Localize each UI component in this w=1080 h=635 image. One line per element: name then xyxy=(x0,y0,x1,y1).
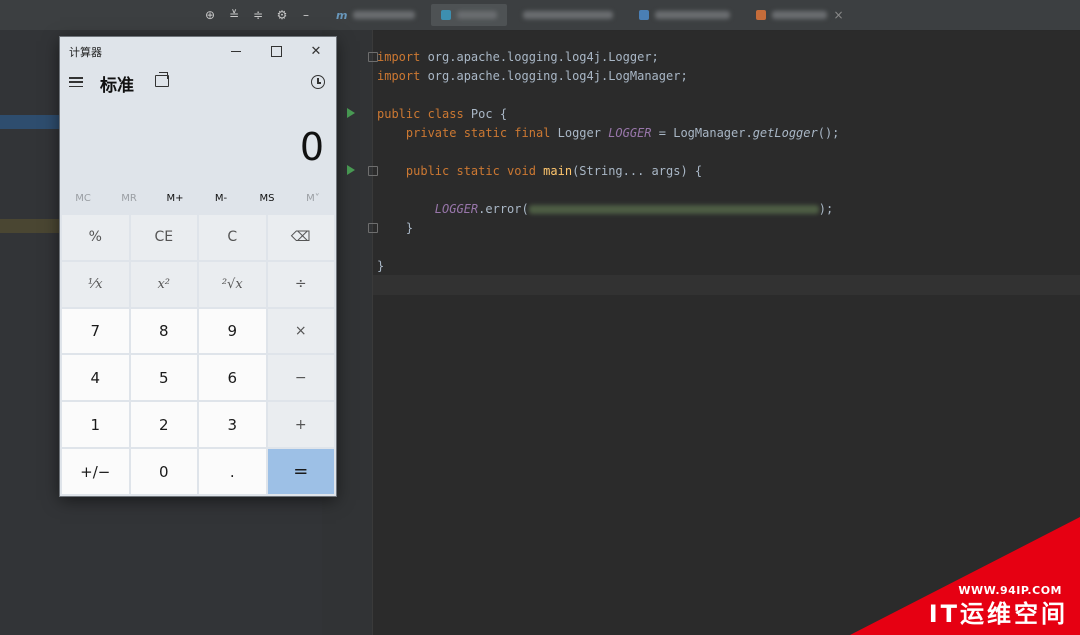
key-8[interactable]: 7 xyxy=(62,308,129,354)
collapse-icon[interactable]: ≚ xyxy=(228,9,240,21)
key-20[interactable]: +/− xyxy=(62,449,129,494)
window-title: 计算器 xyxy=(69,46,102,59)
gear-icon[interactable]: ⚙ xyxy=(276,9,288,21)
key-3[interactable]: ⌫ xyxy=(267,215,334,260)
close-icon[interactable]: × xyxy=(833,8,843,22)
calculator-header: 标准 xyxy=(60,65,336,101)
key-13[interactable]: 5 xyxy=(130,355,197,401)
key-22[interactable]: . xyxy=(199,449,266,494)
key-21[interactable]: 0 xyxy=(130,449,197,494)
editor-tab-5[interactable]: × xyxy=(746,4,853,26)
file-icon xyxy=(639,10,650,20)
key-10[interactable]: 9 xyxy=(199,308,266,354)
editor-tab-4[interactable] xyxy=(629,4,740,26)
memory-button-m-[interactable]: M˅ xyxy=(290,187,336,211)
highlighted-tree-row[interactable] xyxy=(0,219,60,233)
tab-label-blurred xyxy=(457,11,498,19)
key-15[interactable]: − xyxy=(267,355,334,401)
run-main-icon[interactable] xyxy=(347,165,355,175)
editor-tab-3[interactable] xyxy=(513,4,623,26)
calculator-window[interactable]: 计算器 ✕ 标准 0 MC MR M+ M- MS M˅ % CE C ⌫ ⅟x x² ²√x ÷ 7 8 9… xyxy=(60,37,336,496)
maximize-button[interactable] xyxy=(256,37,296,65)
code-line-10: } xyxy=(377,221,414,235)
key-11[interactable]: × xyxy=(267,308,334,354)
file-icon xyxy=(756,10,767,20)
memory-button-mc[interactable]: MC xyxy=(60,187,106,211)
ide-title-bar: ⊕ ≚ ≑ ⚙ – m × xyxy=(0,0,1080,31)
blurred-payload-string xyxy=(528,205,819,214)
history-icon[interactable] xyxy=(311,75,325,89)
code-line-12: } xyxy=(377,259,385,273)
code-editor[interactable]: import org.apache.logging.log4j.Logger; … xyxy=(377,47,839,273)
code-line-7: public static void main(String... args) … xyxy=(377,164,703,178)
result-display: 0 xyxy=(299,125,324,169)
menu-icon[interactable] xyxy=(69,77,83,87)
memory-row: MC MR M+ M- MS M˅ xyxy=(60,187,336,211)
key-17[interactable]: 2 xyxy=(130,402,197,448)
calculator-title-bar[interactable]: 计算器 ✕ xyxy=(60,37,336,65)
current-line-highlight xyxy=(373,275,1080,295)
editor-tab-bar: m × xyxy=(326,2,854,28)
key-14[interactable]: 6 xyxy=(199,355,266,401)
editor-tab-active[interactable] xyxy=(431,4,508,26)
watermark-logo-text: IT运维空间 xyxy=(928,600,1068,628)
memory-button-ms[interactable]: MS xyxy=(244,187,290,211)
minimize-panel-icon[interactable]: – xyxy=(300,9,312,21)
keypad: % CE C ⌫ ⅟x x² ²√x ÷ 7 8 9 × 4 5 6− 1 2 3 + +/− 0. = xyxy=(62,215,334,494)
memory-button-m-[interactable]: M- xyxy=(198,187,244,211)
minimize-icon xyxy=(231,50,241,52)
memory-button-m-[interactable]: M+ xyxy=(152,187,198,211)
close-button[interactable]: ✕ xyxy=(296,37,336,65)
key-23[interactable]: = xyxy=(267,449,334,494)
keep-on-top-icon[interactable] xyxy=(155,72,169,87)
editor-tab-1[interactable]: m xyxy=(326,4,425,26)
key-9[interactable]: 8 xyxy=(130,308,197,354)
close-icon: ✕ xyxy=(310,43,322,59)
code-line-4: public class Poc { xyxy=(377,107,508,121)
tab-file-icon: m xyxy=(336,8,348,22)
maximize-icon xyxy=(270,45,282,57)
tab-label-blurred xyxy=(655,11,731,19)
key-7[interactable]: ÷ xyxy=(267,261,334,307)
mode-title: 标准 xyxy=(100,76,134,96)
code-line-2: import org.apache.logging.log4j.LogManag… xyxy=(377,69,688,83)
key-4[interactable]: ⅟x xyxy=(62,261,129,307)
tab-label-blurred xyxy=(772,11,828,19)
key-6[interactable]: ²√x xyxy=(199,261,266,307)
memory-button-mr[interactable]: MR xyxy=(106,187,152,211)
key-12[interactable]: 4 xyxy=(62,355,129,401)
key-16[interactable]: 1 xyxy=(62,402,129,448)
tab-label-blurred xyxy=(523,11,614,19)
key-18[interactable]: 3 xyxy=(199,402,266,448)
key-19[interactable]: + xyxy=(267,402,334,448)
run-class-icon[interactable] xyxy=(347,108,355,118)
selected-tree-row[interactable] xyxy=(0,115,60,129)
minimize-button[interactable] xyxy=(216,37,256,65)
tab-label-blurred xyxy=(353,11,416,19)
code-line-9: LOGGER.error(); xyxy=(377,202,834,216)
key-0[interactable]: % xyxy=(62,215,129,260)
key-1[interactable]: CE xyxy=(130,215,197,260)
code-line-1: import org.apache.logging.log4j.Logger; xyxy=(377,50,659,64)
expand-icon[interactable]: ≑ xyxy=(252,9,264,21)
key-2[interactable]: C xyxy=(199,215,266,260)
java-file-icon xyxy=(441,10,452,20)
key-5[interactable]: x² xyxy=(130,261,197,307)
target-icon[interactable]: ⊕ xyxy=(204,9,216,21)
code-line-5: private static final Logger LOGGER = Log… xyxy=(377,126,840,140)
ide-toolbar: ⊕ ≚ ≑ ⚙ – xyxy=(204,6,312,24)
